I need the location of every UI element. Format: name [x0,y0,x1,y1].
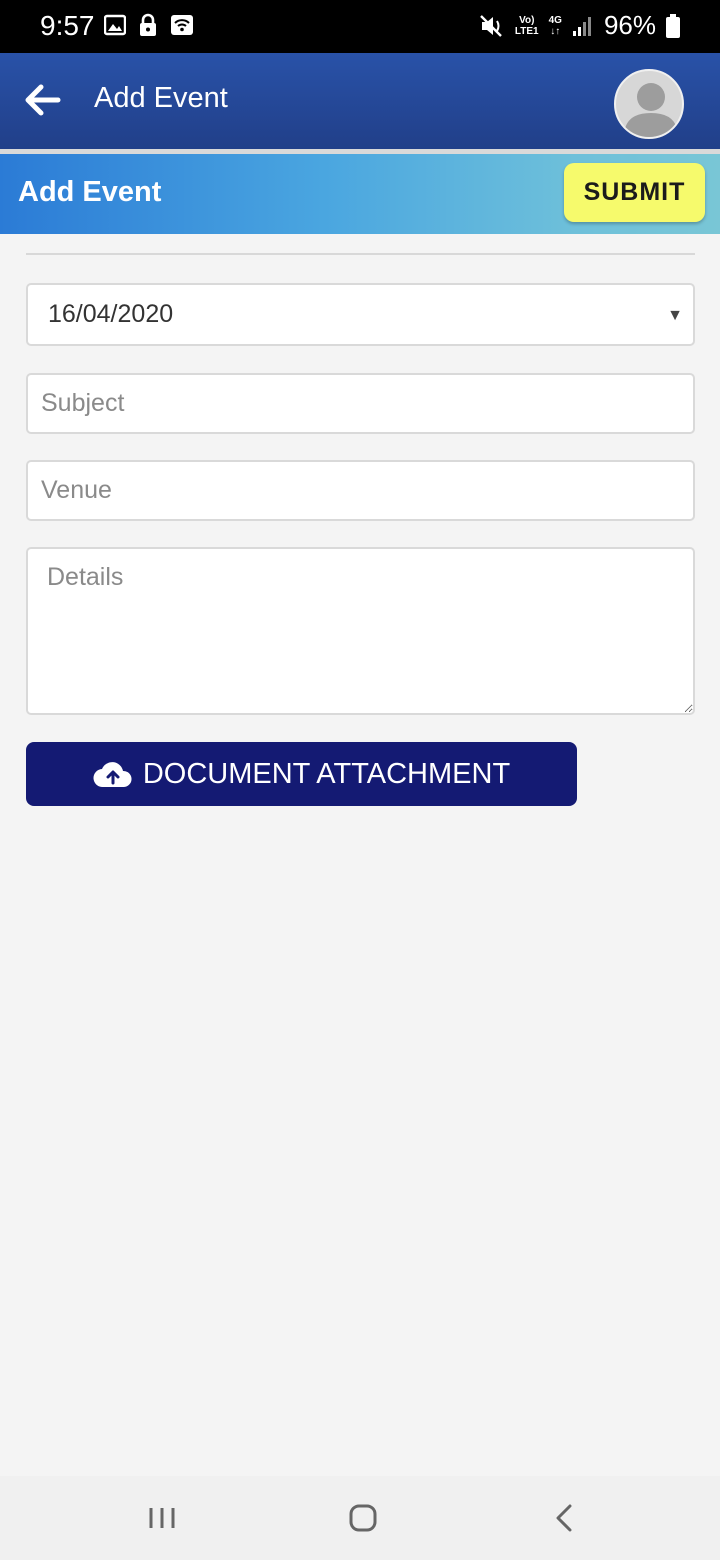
recent-apps-icon[interactable] [142,1498,182,1538]
subject-input[interactable] [26,373,695,434]
user-silhouette-icon [624,83,678,137]
system-nav-bar [0,1476,720,1560]
venue-input[interactable] [26,460,695,521]
status-right-icons: Vo) LTE1 4G ↓↑ 96% [479,10,680,41]
home-icon[interactable] [343,1498,383,1538]
status-time: 9:57 [40,10,95,41]
status-bar: 9:57 Vo) LTE1 4G ↓↑ 96% [0,0,720,53]
app-bar-title: Add Event [94,82,228,114]
lock-icon [140,13,156,36]
battery-percent: 96% [603,10,656,40]
user-avatar[interactable] [614,69,684,139]
network-4g-indicator: 4G ↓↑ [548,14,562,37]
image-icon [104,14,126,36]
back-nav-icon[interactable] [545,1498,585,1538]
date-select[interactable]: 16/04/2020 ▼ [26,283,695,346]
date-value: 16/04/2020 [48,300,174,328]
submit-button[interactable]: SUBMIT [564,163,705,222]
section-title: Add Event [18,176,162,208]
status-left-icons [104,13,194,37]
signal-icon [572,16,591,36]
document-attachment-button[interactable]: DOCUMENT ATTACHMENT [26,742,577,806]
section-header: Add Event SUBMIT [0,154,720,234]
volte-indicator: Vo) LTE1 [514,14,539,37]
battery-icon [666,13,680,38]
back-arrow-icon[interactable] [22,79,64,121]
form-divider [26,253,695,255]
details-textarea[interactable] [26,547,695,715]
mute-icon [480,14,502,37]
cloud-upload-icon [93,762,132,788]
wifi-call-icon [171,15,193,35]
dropdown-caret-icon: ▼ [667,307,683,324]
attachment-label: DOCUMENT ATTACHMENT [142,757,511,790]
app-bar: Add Event [0,53,720,149]
